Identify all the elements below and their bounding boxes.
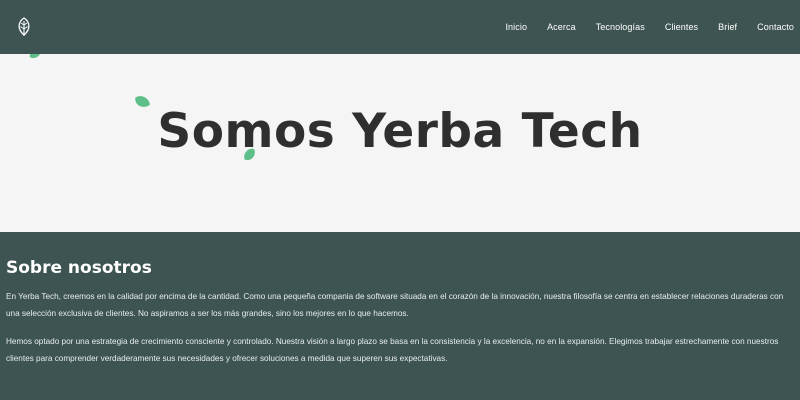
nav-link-contacto[interactable]: Contacto: [757, 22, 794, 32]
about-paragraph: En Yerba Tech, creemos en la calidad por…: [6, 292, 784, 318]
leaf-logo-icon[interactable]: [14, 16, 34, 38]
about-section: Sobre nosotros En Yerba Tech, creemos en…: [0, 232, 800, 400]
nav-link-tecnologias[interactable]: Tecnologías: [596, 22, 645, 32]
nav-link-inicio[interactable]: Inicio: [505, 22, 527, 32]
about-title: Sobre nosotros: [6, 258, 152, 278]
nav-link-brief[interactable]: Brief: [718, 22, 737, 32]
hero-title: Somos Yerba Tech: [157, 104, 643, 159]
main-nav: Inicio Acerca Tecnologías Clientes Brief…: [485, 22, 794, 32]
navbar: Inicio Acerca Tecnologías Clientes Brief…: [0, 0, 800, 54]
nav-link-acerca[interactable]: Acerca: [547, 22, 576, 32]
hero-section: Somos Yerba Tech: [0, 54, 800, 232]
nav-link-clientes[interactable]: Clientes: [665, 22, 698, 32]
floating-leaf-icon: [29, 54, 42, 59]
about-paragraph: Hemos optado por una estrategia de creci…: [6, 337, 779, 363]
